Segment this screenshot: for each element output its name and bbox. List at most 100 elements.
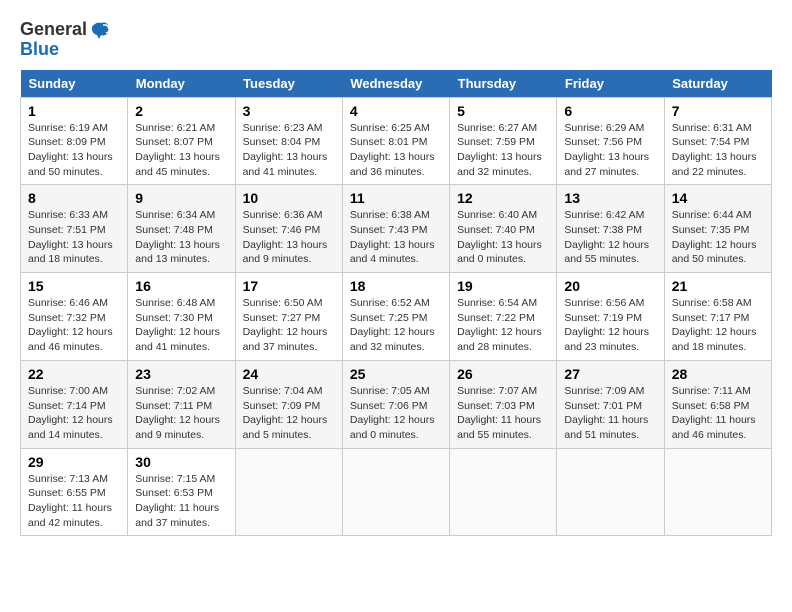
- day-info: Sunrise: 6:46 AMSunset: 7:32 PMDaylight:…: [28, 296, 120, 355]
- day-number: 24: [243, 366, 335, 382]
- calendar-cell: 4 Sunrise: 6:25 AMSunset: 8:01 PMDaylight…: [342, 97, 449, 185]
- calendar-cell: 2 Sunrise: 6:21 AMSunset: 8:07 PMDaylight…: [128, 97, 235, 185]
- day-info: Sunrise: 7:11 AMSunset: 6:58 PMDaylight:…: [672, 384, 764, 443]
- day-info: Sunrise: 6:50 AMSunset: 7:27 PMDaylight:…: [243, 296, 335, 355]
- calendar-cell: [557, 448, 664, 536]
- day-info: Sunrise: 7:02 AMSunset: 7:11 PMDaylight:…: [135, 384, 227, 443]
- day-info: Sunrise: 7:15 AMSunset: 6:53 PMDaylight:…: [135, 472, 227, 531]
- calendar-cell: 8 Sunrise: 6:33 AMSunset: 7:51 PMDaylight…: [21, 185, 128, 273]
- day-info: Sunrise: 7:13 AMSunset: 6:55 PMDaylight:…: [28, 472, 120, 531]
- day-number: 13: [564, 190, 656, 206]
- calendar-cell: [235, 448, 342, 536]
- day-info: Sunrise: 6:27 AMSunset: 7:59 PMDaylight:…: [457, 121, 549, 180]
- logo-container: General Blue: [20, 20, 111, 60]
- week-row-1: 1Sunrise: 6:19 AMSunset: 8:09 PMDaylight…: [21, 97, 772, 185]
- day-info: Sunrise: 7:05 AMSunset: 7:06 PMDaylight:…: [350, 384, 442, 443]
- day-info: Sunrise: 6:42 AMSunset: 7:38 PMDaylight:…: [564, 208, 656, 267]
- calendar-cell: [450, 448, 557, 536]
- logo-blue: Blue: [20, 40, 111, 60]
- day-info: Sunrise: 6:38 AMSunset: 7:43 PMDaylight:…: [350, 208, 442, 267]
- day-number: 5: [457, 103, 549, 119]
- day-info: Sunrise: 6:29 AMSunset: 7:56 PMDaylight:…: [564, 121, 656, 180]
- calendar-cell: 21Sunrise: 6:58 AMSunset: 7:17 PMDayligh…: [664, 273, 771, 361]
- calendar-cell: 9 Sunrise: 6:34 AMSunset: 7:48 PMDaylight…: [128, 185, 235, 273]
- calendar-cell: 26 Sunrise: 7:07 AMSunset: 7:03 PMDayligh…: [450, 360, 557, 448]
- day-info: Sunrise: 6:44 AMSunset: 7:35 PMDaylight:…: [672, 208, 764, 267]
- day-number: 16: [135, 278, 227, 294]
- column-header-tuesday: Tuesday: [235, 70, 342, 98]
- logo: General Blue: [20, 20, 111, 60]
- day-number: 9: [135, 190, 227, 206]
- day-info: Sunrise: 7:00 AMSunset: 7:14 PMDaylight:…: [28, 384, 120, 443]
- calendar-cell: 13 Sunrise: 6:42 AMSunset: 7:38 PMDayligh…: [557, 185, 664, 273]
- calendar-cell: 29 Sunrise: 7:13 AMSunset: 6:55 PMDayligh…: [21, 448, 128, 536]
- day-number: 12: [457, 190, 549, 206]
- calendar-cell: 5 Sunrise: 6:27 AMSunset: 7:59 PMDaylight…: [450, 97, 557, 185]
- column-header-friday: Friday: [557, 70, 664, 98]
- day-info: Sunrise: 6:52 AMSunset: 7:25 PMDaylight:…: [350, 296, 442, 355]
- day-number: 10: [243, 190, 335, 206]
- calendar-cell: 22 Sunrise: 7:00 AMSunset: 7:14 PMDayligh…: [21, 360, 128, 448]
- calendar-cell: 14 Sunrise: 6:44 AMSunset: 7:35 PMDayligh…: [664, 185, 771, 273]
- calendar-cell: 28 Sunrise: 7:11 AMSunset: 6:58 PMDayligh…: [664, 360, 771, 448]
- day-info: Sunrise: 6:36 AMSunset: 7:46 PMDaylight:…: [243, 208, 335, 267]
- day-info: Sunrise: 6:34 AMSunset: 7:48 PMDaylight:…: [135, 208, 227, 267]
- calendar-cell: 25 Sunrise: 7:05 AMSunset: 7:06 PMDayligh…: [342, 360, 449, 448]
- calendar-cell: [342, 448, 449, 536]
- day-number: 2: [135, 103, 227, 119]
- column-header-wednesday: Wednesday: [342, 70, 449, 98]
- day-info: Sunrise: 6:23 AMSunset: 8:04 PMDaylight:…: [243, 121, 335, 180]
- day-number: 4: [350, 103, 442, 119]
- day-number: 7: [672, 103, 764, 119]
- day-number: 17: [243, 278, 335, 294]
- day-info: Sunrise: 6:19 AMSunset: 8:09 PMDaylight:…: [28, 121, 120, 180]
- week-row-5: 29 Sunrise: 7:13 AMSunset: 6:55 PMDayligh…: [21, 448, 772, 536]
- day-info: Sunrise: 6:25 AMSunset: 8:01 PMDaylight:…: [350, 121, 442, 180]
- day-number: 20: [564, 278, 656, 294]
- calendar-cell: 6 Sunrise: 6:29 AMSunset: 7:56 PMDaylight…: [557, 97, 664, 185]
- calendar-cell: 16 Sunrise: 6:48 AMSunset: 7:30 PMDayligh…: [128, 273, 235, 361]
- week-row-3: 15 Sunrise: 6:46 AMSunset: 7:32 PMDayligh…: [21, 273, 772, 361]
- calendar-cell: 15 Sunrise: 6:46 AMSunset: 7:32 PMDayligh…: [21, 273, 128, 361]
- column-header-thursday: Thursday: [450, 70, 557, 98]
- calendar-cell: 27 Sunrise: 7:09 AMSunset: 7:01 PMDayligh…: [557, 360, 664, 448]
- day-number: 18: [350, 278, 442, 294]
- header-row: SundayMondayTuesdayWednesdayThursdayFrid…: [21, 70, 772, 98]
- day-info: Sunrise: 6:33 AMSunset: 7:51 PMDaylight:…: [28, 208, 120, 267]
- day-number: 26: [457, 366, 549, 382]
- calendar-cell: 17 Sunrise: 6:50 AMSunset: 7:27 PMDayligh…: [235, 273, 342, 361]
- logo-bird-icon: [89, 21, 111, 39]
- day-number: 28: [672, 366, 764, 382]
- day-number: 21: [672, 278, 764, 294]
- day-number: 23: [135, 366, 227, 382]
- day-number: 14: [672, 190, 764, 206]
- logo-general: General: [20, 20, 87, 40]
- day-number: 29: [28, 454, 120, 470]
- calendar-cell: 10 Sunrise: 6:36 AMSunset: 7:46 PMDayligh…: [235, 185, 342, 273]
- day-info: Sunrise: 7:07 AMSunset: 7:03 PMDaylight:…: [457, 384, 549, 443]
- calendar-cell: 7 Sunrise: 6:31 AMSunset: 7:54 PMDaylight…: [664, 97, 771, 185]
- calendar-cell: 19Sunrise: 6:54 AMSunset: 7:22 PMDayligh…: [450, 273, 557, 361]
- calendar-cell: [664, 448, 771, 536]
- calendar-cell: 18 Sunrise: 6:52 AMSunset: 7:25 PMDayligh…: [342, 273, 449, 361]
- day-number: 15: [28, 278, 120, 294]
- day-info: Sunrise: 6:31 AMSunset: 7:54 PMDaylight:…: [672, 121, 764, 180]
- day-number: 22: [28, 366, 120, 382]
- calendar-cell: 3 Sunrise: 6:23 AMSunset: 8:04 PMDaylight…: [235, 97, 342, 185]
- day-info: Sunrise: 7:09 AMSunset: 7:01 PMDaylight:…: [564, 384, 656, 443]
- day-number: 6: [564, 103, 656, 119]
- day-info: Sunrise: 6:56 AMSunset: 7:19 PMDaylight:…: [564, 296, 656, 355]
- day-info: Sunrise: 6:48 AMSunset: 7:30 PMDaylight:…: [135, 296, 227, 355]
- week-row-4: 22 Sunrise: 7:00 AMSunset: 7:14 PMDayligh…: [21, 360, 772, 448]
- day-number: 3: [243, 103, 335, 119]
- calendar-cell: 24Sunrise: 7:04 AMSunset: 7:09 PMDayligh…: [235, 360, 342, 448]
- calendar-cell: 30Sunrise: 7:15 AMSunset: 6:53 PMDayligh…: [128, 448, 235, 536]
- day-number: 27: [564, 366, 656, 382]
- day-info: Sunrise: 6:21 AMSunset: 8:07 PMDaylight:…: [135, 121, 227, 180]
- day-number: 19: [457, 278, 549, 294]
- calendar-cell: 11 Sunrise: 6:38 AMSunset: 7:43 PMDayligh…: [342, 185, 449, 273]
- day-number: 11: [350, 190, 442, 206]
- calendar-cell: 1Sunrise: 6:19 AMSunset: 8:09 PMDaylight…: [21, 97, 128, 185]
- day-number: 25: [350, 366, 442, 382]
- day-number: 8: [28, 190, 120, 206]
